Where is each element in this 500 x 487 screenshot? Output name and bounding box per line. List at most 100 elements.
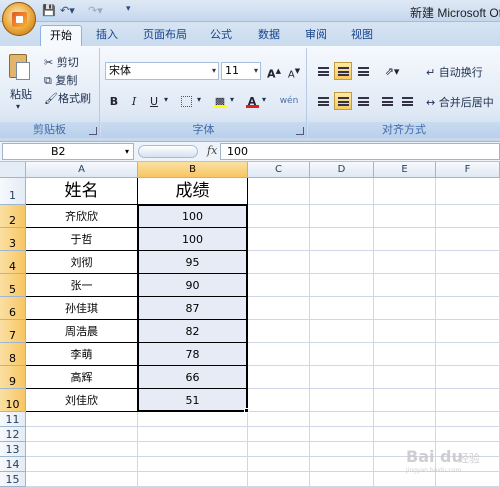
tab-data[interactable]: 数据 bbox=[250, 25, 288, 46]
cell-a14[interactable] bbox=[26, 457, 138, 472]
cell-d15[interactable] bbox=[310, 472, 374, 487]
column-header-f[interactable]: F bbox=[436, 162, 500, 178]
row-header-10[interactable]: 10 bbox=[0, 389, 26, 412]
column-header-c[interactable]: C bbox=[248, 162, 310, 178]
fill-color-dropdown-icon[interactable]: ▾ bbox=[230, 95, 234, 104]
column-header-d[interactable]: D bbox=[310, 162, 374, 178]
align-left-button[interactable] bbox=[314, 92, 332, 110]
cell-d14[interactable] bbox=[310, 457, 374, 472]
cell-f10[interactable] bbox=[436, 389, 500, 412]
bottom-align-button[interactable] bbox=[354, 62, 372, 80]
tab-review[interactable]: 审阅 bbox=[297, 25, 335, 46]
align-center-button[interactable] bbox=[334, 92, 352, 110]
cell-f7[interactable] bbox=[436, 320, 500, 343]
cell-c3[interactable] bbox=[248, 228, 310, 251]
row-header-12[interactable]: 12 bbox=[0, 427, 26, 442]
cell-a2[interactable]: 齐欣欣 bbox=[26, 205, 138, 228]
paste-button[interactable]: 粘贴 bbox=[10, 86, 32, 102]
cell-f15[interactable] bbox=[436, 472, 500, 487]
cell-c14[interactable] bbox=[248, 457, 310, 472]
underline-button[interactable]: U bbox=[145, 92, 163, 110]
cell-b9[interactable]: 66 bbox=[138, 366, 248, 389]
clipboard-dialog-launcher[interactable] bbox=[89, 127, 97, 135]
cell-b12[interactable] bbox=[138, 427, 248, 442]
cell-d12[interactable] bbox=[310, 427, 374, 442]
tab-view[interactable]: 视图 bbox=[343, 25, 381, 46]
cell-c12[interactable] bbox=[248, 427, 310, 442]
cell-b6[interactable]: 87 bbox=[138, 297, 248, 320]
row-header-7[interactable]: 7 bbox=[0, 320, 26, 343]
cell-f6[interactable] bbox=[436, 297, 500, 320]
cell-c8[interactable] bbox=[248, 343, 310, 366]
italic-button[interactable]: I bbox=[125, 92, 143, 110]
wrap-text-button[interactable]: ↵ 自动换行 bbox=[426, 64, 483, 80]
cell-d10[interactable] bbox=[310, 389, 374, 412]
cell-b10[interactable]: 51 bbox=[138, 389, 248, 412]
cell-b2[interactable]: 100 bbox=[138, 205, 248, 228]
cut-button[interactable]: ✂ 剪切 bbox=[44, 54, 79, 70]
cell-d8[interactable] bbox=[310, 343, 374, 366]
cell-e4[interactable] bbox=[374, 251, 436, 274]
cell-a15[interactable] bbox=[26, 472, 138, 487]
row-header-2[interactable]: 2 bbox=[0, 205, 26, 228]
grow-font-button[interactable]: A▲ bbox=[265, 62, 283, 81]
row-header-1[interactable]: 1 bbox=[0, 178, 26, 205]
redo-icon[interactable]: ↷▾ bbox=[88, 4, 103, 18]
cell-d3[interactable] bbox=[310, 228, 374, 251]
orientation-button[interactable]: ⇗▾ bbox=[380, 62, 404, 80]
cell-a4[interactable]: 刘彻 bbox=[26, 251, 138, 274]
cell-a5[interactable]: 张一 bbox=[26, 274, 138, 297]
font-name-select[interactable]: 宋体 ▾ bbox=[105, 62, 219, 80]
cell-c13[interactable] bbox=[248, 442, 310, 457]
cell-f2[interactable] bbox=[436, 205, 500, 228]
font-dialog-launcher[interactable] bbox=[296, 127, 304, 135]
cell-c9[interactable] bbox=[248, 366, 310, 389]
cell-f4[interactable] bbox=[436, 251, 500, 274]
cell-a8[interactable]: 李萌 bbox=[26, 343, 138, 366]
cell-c4[interactable] bbox=[248, 251, 310, 274]
cell-f9[interactable] bbox=[436, 366, 500, 389]
merge-center-button[interactable]: ↔ 合并后居中 bbox=[426, 94, 494, 110]
cell-f11[interactable] bbox=[436, 412, 500, 427]
row-header-5[interactable]: 5 bbox=[0, 274, 26, 297]
tab-page-layout[interactable]: 页面布局 bbox=[136, 25, 194, 46]
paste-icon[interactable] bbox=[6, 52, 32, 86]
cell-c2[interactable] bbox=[248, 205, 310, 228]
cell-a1[interactable]: 姓名 bbox=[26, 178, 138, 205]
row-header-8[interactable]: 8 bbox=[0, 343, 26, 366]
column-header-e[interactable]: E bbox=[374, 162, 436, 178]
font-size-select[interactable]: 11 ▾ bbox=[221, 62, 261, 80]
cell-c5[interactable] bbox=[248, 274, 310, 297]
fill-color-button[interactable]: ▩ bbox=[211, 92, 229, 110]
column-header-b[interactable]: B bbox=[138, 162, 248, 178]
row-header-11[interactable]: 11 bbox=[0, 412, 26, 427]
bold-button[interactable]: B bbox=[105, 92, 123, 110]
cell-a7[interactable]: 周浩晨 bbox=[26, 320, 138, 343]
cell-e10[interactable] bbox=[374, 389, 436, 412]
cell-a9[interactable]: 高辉 bbox=[26, 366, 138, 389]
cell-c15[interactable] bbox=[248, 472, 310, 487]
font-color-dropdown-icon[interactable]: ▾ bbox=[262, 95, 266, 104]
cell-f5[interactable] bbox=[436, 274, 500, 297]
cell-a11[interactable] bbox=[26, 412, 138, 427]
increase-indent-button[interactable] bbox=[398, 92, 416, 110]
cell-a3[interactable]: 于哲 bbox=[26, 228, 138, 251]
cell-b14[interactable] bbox=[138, 457, 248, 472]
cell-e5[interactable] bbox=[374, 274, 436, 297]
format-painter-button[interactable]: 🖌格式刷 bbox=[44, 90, 91, 106]
cell-e8[interactable] bbox=[374, 343, 436, 366]
cell-e2[interactable] bbox=[374, 205, 436, 228]
row-header-15[interactable]: 15 bbox=[0, 472, 26, 487]
cell-d4[interactable] bbox=[310, 251, 374, 274]
row-header-9[interactable]: 9 bbox=[0, 366, 26, 389]
fill-handle[interactable] bbox=[244, 408, 249, 413]
cell-c1[interactable] bbox=[248, 178, 310, 205]
row-header-3[interactable]: 3 bbox=[0, 228, 26, 251]
row-header-13[interactable]: 13 bbox=[0, 442, 26, 457]
cell-b1[interactable]: 成绩 bbox=[138, 178, 248, 205]
cell-e1[interactable] bbox=[374, 178, 436, 205]
select-all-button[interactable] bbox=[0, 162, 26, 178]
cell-a12[interactable] bbox=[26, 427, 138, 442]
cell-f8[interactable] bbox=[436, 343, 500, 366]
cell-c7[interactable] bbox=[248, 320, 310, 343]
